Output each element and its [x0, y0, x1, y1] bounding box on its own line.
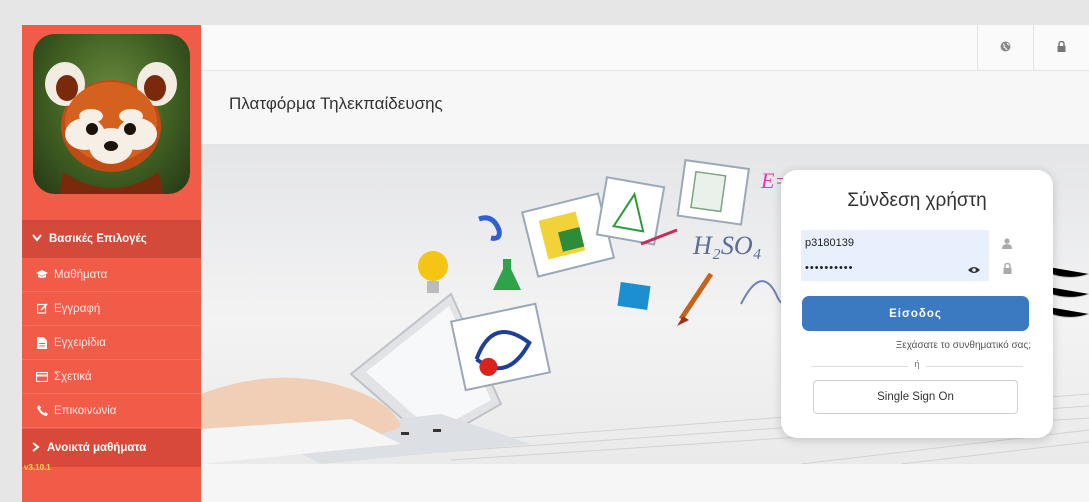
logo-red-panda[interactable]: [33, 34, 190, 194]
sso-button[interactable]: Single Sign On: [813, 380, 1018, 414]
sidebar-item-label: Σχετικά: [54, 370, 92, 383]
chevron-down-icon: [32, 233, 42, 245]
lock-icon: [1057, 39, 1066, 57]
sidebar-item-courses[interactable]: Μαθήματα: [22, 258, 201, 292]
language-button[interactable]: [977, 25, 1033, 71]
chevron-right-icon: [32, 441, 40, 455]
svg-text:H₂SO₄: H₂SO₄: [692, 231, 762, 260]
sidebar-item-register[interactable]: Εγγραφή: [22, 292, 201, 326]
sidebar-section-label: Ανοικτά μαθήματα: [47, 442, 147, 454]
file-icon: [36, 336, 48, 349]
card-icon: [36, 371, 48, 382]
sidebar-item-label: Εγχειρίδια: [54, 336, 106, 349]
login-button[interactable]: Είσοδος: [802, 296, 1029, 331]
or-separator: ή: [781, 359, 1053, 369]
user-icon: [1001, 236, 1013, 250]
lock-icon: [1001, 261, 1013, 275]
sidebar-item-contact[interactable]: Επικοινωνία: [22, 394, 201, 428]
sidebar-item-manuals[interactable]: Εγχειρίδια: [22, 326, 201, 360]
app-frame: Βασικές Επιλογές Μαθήματα Εγγραφή Εγχειρ…: [22, 25, 1089, 502]
sidebar-item-label: Επικοινωνία: [54, 404, 117, 417]
phone-icon: [36, 405, 48, 416]
eye-icon[interactable]: [968, 261, 980, 279]
login-lock-button[interactable]: [1033, 25, 1089, 71]
sidebar-section-open-courses[interactable]: Ανοικτά μαθήματα: [22, 429, 201, 467]
title-bar: Πλατφόρμα Τηλεκπαίδευσης: [201, 72, 1089, 144]
top-bar: [201, 25, 1089, 71]
sidebar-item-label: Εγγραφή: [54, 302, 101, 315]
sidebar-item-about[interactable]: Σχετικά: [22, 360, 201, 394]
login-title: Σύνδεση χρήστη: [847, 190, 987, 211]
or-label: ή: [908, 359, 926, 369]
page-title: Πλατφόρμα Τηλεκπαίδευσης: [229, 94, 443, 113]
sidebar-item-label: Μαθήματα: [54, 268, 108, 281]
forgot-password-link[interactable]: Ξεχάσατε το συνθηματικό σας;: [896, 340, 1031, 351]
sidebar-section-label: Βασικές Επιλογές: [49, 233, 147, 245]
username-input[interactable]: [801, 230, 989, 256]
globe-icon: [1000, 39, 1011, 57]
password-input[interactable]: [801, 255, 989, 281]
edit-icon: [36, 303, 48, 314]
sidebar: Βασικές Επιλογές Μαθήματα Εγγραφή Εγχειρ…: [22, 25, 201, 502]
sidebar-nav: Βασικές Επιλογές Μαθήματα Εγγραφή Εγχειρ…: [22, 220, 201, 467]
sidebar-section-main[interactable]: Βασικές Επιλογές: [22, 220, 201, 258]
version-label: v3.10.1: [24, 463, 51, 472]
graduation-cap-icon: [36, 269, 48, 280]
login-card: Σύνδεση χρήστη Είσοδος Ξεχάσατε το συνθη…: [781, 170, 1053, 438]
